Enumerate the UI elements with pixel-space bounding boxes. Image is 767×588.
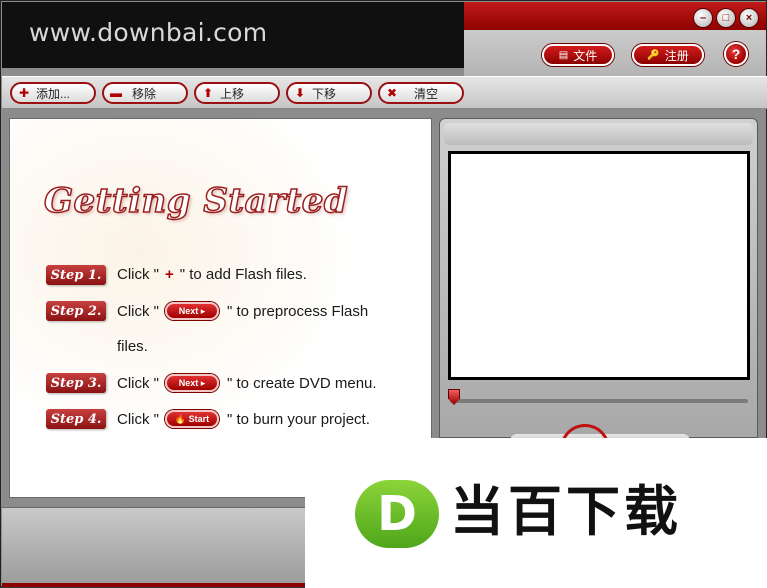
next-button-image: Next ▸ [165,302,219,320]
close-button[interactable]: × [739,8,759,28]
start-button-image: 🔥 Start [165,410,219,428]
remove-button[interactable]: ▬ 移除 [102,82,188,104]
title-bar: – □ × [464,2,766,30]
step-1-after: " to add Flash files. [179,266,307,283]
step-2-text: Click " Next ▸ " to preprocess Flash [117,302,368,320]
help-button[interactable]: ? [724,42,748,66]
brand-text: www.downbai.com [29,18,268,47]
remove-label: 移除 [132,86,157,101]
step-1-before: Click " [117,266,159,283]
arrow-down-icon: ⬇ [294,86,306,100]
step-2-before: Click " [117,302,159,320]
step-2-after: " to preprocess Flash [227,302,369,320]
clear-button[interactable]: ✖ 清空 [378,82,464,104]
move-up-button[interactable]: ⬆ 上移 [194,82,280,104]
header-banner: www.downbai.com [2,2,464,68]
minimize-icon: – [699,11,707,24]
preview-header [444,123,753,145]
step-2-continuation: files. [117,338,148,355]
header-controls: – □ × ▤ 文件 🔑 注册 ? [464,2,766,76]
step-4-after: " to burn your project. [227,410,370,428]
file-menu-button[interactable]: ▤ 文件 [542,44,614,66]
plus-icon: ✚ [18,86,30,100]
step-3-badge: Step 3. [46,373,106,393]
watermark-text: 当百下载 [450,480,682,543]
watermark-overlay: D 当百下载 [305,438,767,588]
register-button[interactable]: 🔑 注册 [632,44,704,66]
plus-icon: + [165,266,174,283]
maximize-icon: □ [722,11,730,24]
step-2-badge: Step 2. [46,301,106,321]
clear-label: 清空 [414,86,439,101]
app-window: www.downbai.com – □ × ▤ 文件 🔑 注册 ? ✚ 添加..… [0,0,767,588]
close-icon: × [745,11,753,24]
minimize-button[interactable]: – [693,8,713,28]
add-label: 添加... [36,86,71,101]
minus-icon: ▬ [110,86,122,100]
maximize-button[interactable]: □ [716,8,736,28]
watermark-logo-letter: D [377,486,417,542]
seek-bar[interactable] [450,399,748,403]
help-icon: ? [731,46,741,62]
step-3-before: Click " [117,374,159,392]
preview-screen [448,151,750,380]
getting-started-title: Getting Started [43,180,349,222]
preview-panel [439,118,758,454]
move-down-button[interactable]: ⬇ 下移 [286,82,372,104]
toolbar: ✚ 添加... ▬ 移除 ⬆ 上移 ⬇ 下移 ✖ 清空 [2,76,767,109]
arrow-up-icon: ⬆ [202,86,214,100]
register-label: 注册 [664,48,689,63]
move-down-label: 下移 [312,86,337,101]
step-4-badge: Step 4. [46,409,106,429]
step-3-text: Click " Next ▸ " to create DVD menu. [117,374,377,392]
step-1-badge: Step 1. [46,265,106,285]
file-menu-label: 文件 [573,48,598,63]
next-button-image: Next ▸ [165,374,219,392]
step-4-before: Click " [117,410,159,428]
watermark-logo: D [355,480,439,548]
step-1-text: Click " + " to add Flash files. [117,266,307,283]
step-3-after: " to create DVD menu. [227,374,377,392]
x-icon: ✖ [386,86,398,100]
preview-canvas [451,154,747,377]
step-4-text: Click " 🔥 Start " to burn your project. [117,410,370,428]
key-icon: 🔑 [647,49,660,61]
add-button[interactable]: ✚ 添加... [10,82,96,104]
list-icon: ▤ [558,49,569,61]
move-up-label: 上移 [220,86,245,101]
